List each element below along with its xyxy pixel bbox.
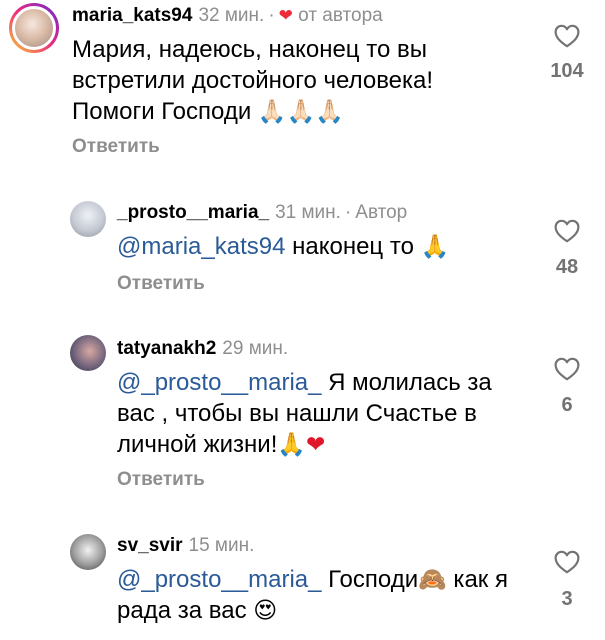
comment-text: Мария, надеюсь, наконец то вы встретили … xyxy=(72,34,433,127)
comment-line: Мария, надеюсь, наконец то вы xyxy=(72,36,427,63)
heart-outline-icon[interactable] xyxy=(554,24,580,48)
comment-header: _prosto__maria_ 31 мин. · Автор xyxy=(117,201,407,225)
heart-outline-icon[interactable] xyxy=(554,357,580,381)
mention-link[interactable]: @maria_kats94 xyxy=(117,233,285,260)
timestamp: 15 мин. xyxy=(188,535,255,556)
comment-line: встретили достойного человека! xyxy=(72,67,434,94)
author-badge: Автор xyxy=(355,202,408,223)
comment: maria_kats94 32 мин. · ❤ от автора Мария, н… xyxy=(0,0,605,175)
reply-button[interactable]: Ответить xyxy=(72,136,160,158)
timestamp: 32 мин. xyxy=(198,5,265,26)
like-count: 48 xyxy=(555,256,579,278)
like-count: 6 xyxy=(561,394,573,416)
see-no-evil-monkey-emoji: 🙈 xyxy=(418,566,447,592)
comment-header: tatyanakh2 29 мин. xyxy=(117,337,288,361)
author-like-label: от автора xyxy=(298,5,383,26)
comment: _prosto__maria_ 31 мин. · Автор @maria_kats… xyxy=(0,195,605,305)
comment: tatyanakh2 29 мин. @_prosto__maria_ Я мол… xyxy=(0,333,605,503)
heart-eyes-emoji: 😍 xyxy=(253,597,278,623)
praying-hands-emoji: 🙏 xyxy=(420,233,450,259)
username[interactable]: maria_kats94 xyxy=(72,5,192,26)
username[interactable]: tatyanakh2 xyxy=(117,338,216,359)
author-liked-heart-icon: ❤ xyxy=(278,6,293,25)
avatar[interactable] xyxy=(70,335,106,371)
praying-hands-emoji: 🙏 xyxy=(277,431,307,457)
comment-header: maria_kats94 32 мин. · ❤ от автора xyxy=(72,4,383,28)
praying-hands-emoji: 🙏🏻🙏🏻🙏🏻 xyxy=(257,98,344,124)
comment-line: @_prosto__maria_ Господи🙈 как я xyxy=(117,566,508,593)
mention-link[interactable]: @_prosto__maria_ xyxy=(117,566,321,593)
heart-outline-icon[interactable] xyxy=(554,219,580,243)
avatar[interactable] xyxy=(70,201,106,237)
reply-button[interactable]: Ответить xyxy=(117,469,205,491)
avatar[interactable] xyxy=(70,534,106,570)
reply-button[interactable]: Ответить xyxy=(117,273,205,295)
like-count: 3 xyxy=(561,588,573,610)
timestamp: 29 мин. xyxy=(222,338,289,359)
comment-line: вас , чтобы вы нашли Счастье в xyxy=(117,400,477,427)
comment-line: рада за вас 😍 xyxy=(117,597,278,624)
comment-text: @_prosto__maria_ Господи🙈 как я рада за … xyxy=(117,564,508,626)
like-count: 104 xyxy=(550,60,584,82)
comment-line: личной жизни!🙏❤ xyxy=(117,431,326,458)
username[interactable]: _prosto__maria_ xyxy=(117,202,269,223)
separator-dot: · xyxy=(344,202,352,223)
red-heart-emoji: ❤ xyxy=(306,431,326,457)
username[interactable]: sv_svir xyxy=(117,535,183,556)
separator-dot: · xyxy=(268,5,275,26)
comment-text: @maria_kats94 наконец то 🙏 xyxy=(117,233,450,260)
comment-header: sv_svir 15 мин. xyxy=(117,534,254,558)
heart-outline-icon[interactable] xyxy=(554,550,580,574)
mention-link[interactable]: @_prosto__maria_ xyxy=(117,369,321,396)
comment-text: @_prosto__maria_ Я молилась за вас , что… xyxy=(117,367,492,460)
comment-line: @_prosto__maria_ Я молилась за xyxy=(117,369,492,396)
comment: sv_svir 15 мин. @_prosto__maria_ Господи🙈… xyxy=(0,530,605,640)
avatar[interactable] xyxy=(9,3,59,53)
timestamp: 31 мин. xyxy=(275,202,341,223)
comment-line: Помоги Господи 🙏🏻🙏🏻🙏🏻 xyxy=(72,98,344,125)
